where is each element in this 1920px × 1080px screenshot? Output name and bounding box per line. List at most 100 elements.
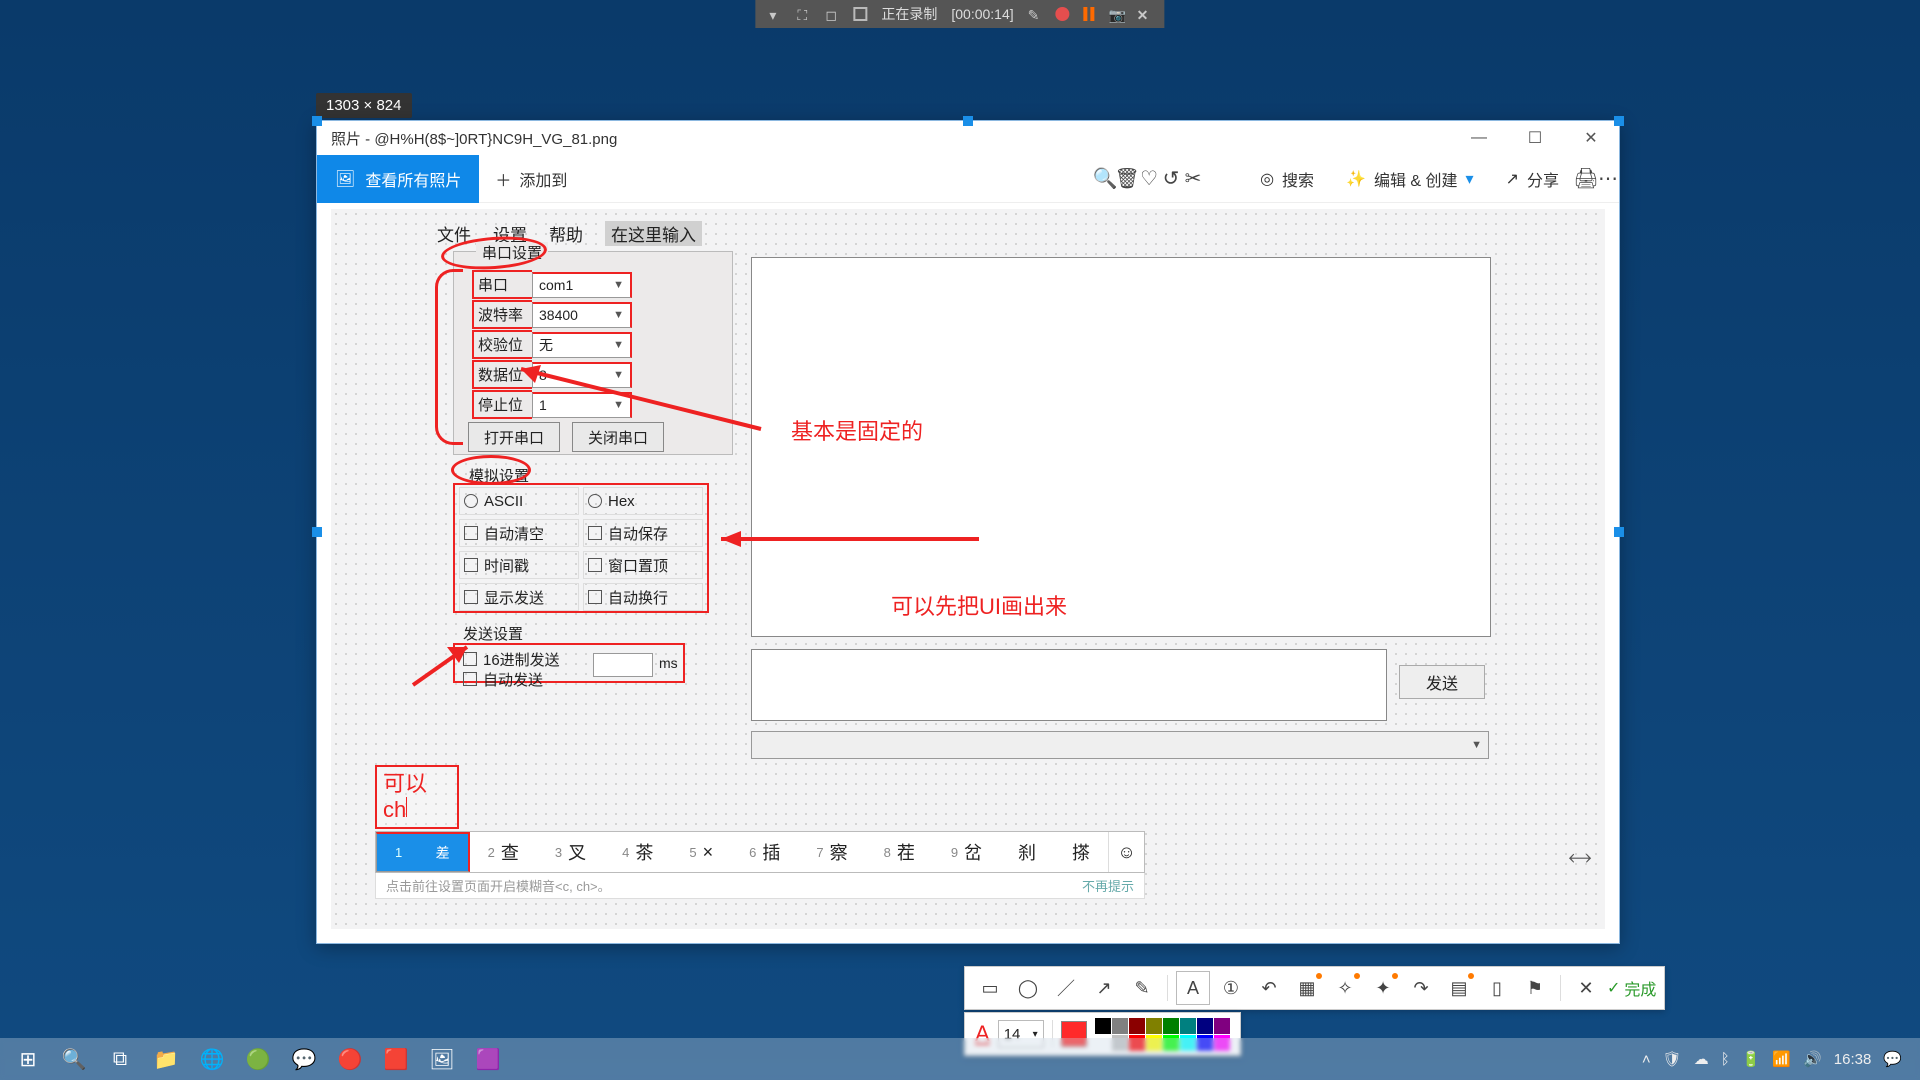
resize-handle[interactable] [1614,116,1624,126]
record-icon[interactable] [1056,7,1070,21]
mosaic-tool-icon[interactable]: ▦ [1290,971,1324,1005]
arrow-tool-icon[interactable]: ↗ [1087,971,1121,1005]
resize-handle[interactable] [312,527,322,537]
color-swatch[interactable] [1146,1018,1162,1034]
checkbox-icon[interactable] [464,590,478,604]
ime-candidate[interactable]: 9岔 [933,832,1000,872]
task-view-icon[interactable]: ⧉ [100,1039,140,1079]
app-icon[interactable]: 🟥 [376,1039,416,1079]
color-swatch[interactable] [1180,1018,1196,1034]
share-button[interactable]: ↗ 分享 [1490,167,1575,191]
taskbar[interactable]: ⊞ 🔍 ⧉ 📁 🌐 🟢 💬 🔴 🟥 🖼 🟪 ˄ 🛡 ☁ ᛒ 🔋 📶 🔊 16:3… [0,1038,1920,1080]
color-swatch[interactable] [1197,1018,1213,1034]
star-tool-icon[interactable]: ✦ [1366,971,1400,1005]
ime-candidate[interactable]: 8茬 [866,832,933,872]
bookmark-icon[interactable]: ⚑ [1518,971,1552,1005]
camera-icon[interactable]: 📷 [1109,7,1123,21]
more-icon[interactable]: ⋯ [1597,168,1619,190]
ime-emoji-button[interactable]: ☺ [1108,832,1144,872]
region-icon[interactable]: ◻ [825,7,839,21]
explorer-icon[interactable]: 📁 [146,1039,186,1079]
zoom-icon[interactable]: 🔍 [1094,168,1116,190]
close-button[interactable]: ✕ [1563,121,1619,155]
delete-icon[interactable]: 🗑 [1116,168,1138,190]
chevron-down-icon[interactable]: ▾ [769,7,783,21]
resize-handle[interactable] [1614,527,1624,537]
done-button[interactable]: ✓ 完成 [1607,976,1656,1000]
expand-icon[interactable]: ⤢ [1565,843,1596,874]
tray-icon[interactable]: ☁ [1694,1050,1709,1068]
checkbox-icon[interactable] [588,558,602,572]
text-input-annotation[interactable]: 可以 ch [375,765,459,829]
port-select[interactable]: com1▼ [532,272,632,298]
favorite-icon[interactable]: ♡ [1138,168,1160,190]
bluetooth-icon[interactable]: ᛒ [1721,1051,1730,1068]
color-swatch[interactable] [1214,1018,1230,1034]
window-icon[interactable] [853,7,867,21]
rotate-icon[interactable]: ↺ [1160,168,1182,190]
system-tray[interactable]: ˄ 🛡 ☁ ᛒ 🔋 📶 🔊 16:38 💬 [1642,1050,1912,1068]
input-textarea[interactable] [751,649,1387,721]
resize-handle[interactable] [312,116,322,126]
calendar-icon[interactable]: ▤ [1442,971,1476,1005]
app-icon[interactable]: 🟪 [468,1039,508,1079]
color-swatch[interactable] [1112,1018,1128,1034]
menu-help[interactable]: 帮助 [549,221,583,246]
history-combo[interactable]: ▼ [751,731,1489,759]
ime-candidate[interactable]: 2查 [470,832,537,872]
color-swatch[interactable] [1095,1018,1111,1034]
wifi-icon[interactable]: 📶 [1772,1050,1791,1068]
checkbox-icon[interactable] [464,526,478,540]
number-tool-icon[interactable]: ① [1214,971,1248,1005]
ellipse-tool-icon[interactable]: ◯ [1011,971,1045,1005]
radio-icon[interactable] [464,494,478,508]
ime-hint-text[interactable]: 点击前往设置页面开启模糊音<c, ch>。 [386,876,611,895]
color-swatch[interactable] [1163,1018,1179,1034]
menu-hint[interactable]: 在这里输入 [605,221,702,246]
ime-candidate[interactable]: 1差 [376,832,470,872]
output-textarea[interactable] [751,257,1491,637]
ime-candidate[interactable]: 刹 [1000,832,1054,872]
cancel-icon[interactable]: ✕ [1569,971,1603,1005]
highlight-tool-icon[interactable]: ✧ [1328,971,1362,1005]
crop-icon[interactable]: ✂ [1182,168,1204,190]
rect-tool-icon[interactable]: ▭ [973,971,1007,1005]
pen-tool-icon[interactable]: ✎ [1125,971,1159,1005]
ime-candidate[interactable]: 5× [671,832,731,872]
clock[interactable]: 16:38 [1834,1051,1872,1068]
visual-search-button[interactable]: ◎ 搜索 [1244,167,1330,191]
ime-candidate-bar[interactable]: 1差 2查 3叉 4茶 5× 6插 7察 8茬 9岔 刹 搽 ☺ [375,831,1145,873]
photos-taskbar-icon[interactable]: 🖼 [422,1039,462,1079]
app-icon[interactable]: 🔴 [330,1039,370,1079]
redo-icon[interactable]: ↷ [1404,971,1438,1005]
ime-candidate[interactable]: 6插 [731,832,798,872]
radio-icon[interactable] [588,494,602,508]
line-tool-icon[interactable]: ／ [1049,971,1083,1005]
start-button[interactable]: ⊞ [8,1039,48,1079]
parity-select[interactable]: 无▼ [532,332,632,358]
checkbox-icon[interactable] [464,558,478,572]
checkbox-icon[interactable] [588,590,602,604]
minimize-button[interactable]: ― [1451,121,1507,155]
search-icon[interactable]: 🔍 [54,1039,94,1079]
checkbox-icon[interactable] [588,526,602,540]
pause-icon[interactable] [1084,7,1095,21]
close-icon[interactable]: ✕ [1137,7,1151,21]
print-icon[interactable]: 🖨 [1575,168,1597,190]
view-all-photos-button[interactable]: 🖼 查看所有照片 [317,155,479,203]
undo-icon[interactable]: ↶ [1252,971,1286,1005]
color-swatch[interactable] [1129,1018,1145,1034]
ime-candidate[interactable]: 搽 [1054,832,1108,872]
interval-input[interactable] [593,653,653,677]
ime-candidate[interactable]: 3叉 [537,832,604,872]
baud-select[interactable]: 38400▼ [532,302,632,328]
chevron-up-icon[interactable]: ˄ [1642,1051,1651,1068]
ime-candidate[interactable]: 7察 [798,832,865,872]
tray-icon[interactable]: 🛡 [1663,1050,1682,1068]
ime-hint-dismiss[interactable]: 不再提示 [1082,876,1134,895]
edit-create-button[interactable]: ✨ 编辑 & 创建 ▾ [1330,167,1490,191]
volume-icon[interactable]: 🔊 [1803,1050,1822,1068]
add-to-button[interactable]: ＋ 添加到 [479,167,583,191]
ime-candidate[interactable]: 4茶 [604,832,671,872]
text-tool-icon[interactable]: A [1176,971,1210,1005]
